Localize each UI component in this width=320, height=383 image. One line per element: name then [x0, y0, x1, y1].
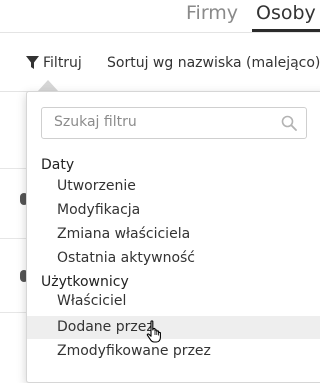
background-divider	[0, 312, 26, 313]
active-tab-indicator	[252, 29, 320, 32]
filter-option-modyfikacja[interactable]: Modyfikacja	[27, 199, 320, 222]
group-title-daty: Daty	[41, 157, 75, 173]
filter-option-label: Utworzenie	[57, 178, 136, 194]
filter-option-zmiana-wlasciciela[interactable]: Zmiana właściciela	[27, 223, 320, 246]
search-icon	[281, 115, 297, 131]
filter-option-dodane-przez[interactable]: Dodane przez	[27, 316, 320, 339]
filter-option-zmodyfikowane-przez[interactable]: Zmodyfikowane przez	[27, 340, 320, 363]
filter-option-label: Modyfikacja	[57, 202, 141, 218]
filter-option-label: Ostatnia aktywność	[57, 250, 196, 266]
tab-osoby[interactable]: Osoby	[256, 1, 316, 25]
filter-search-box[interactable]	[41, 107, 307, 139]
filter-option-label: Zmiana właściciela	[57, 226, 191, 242]
filter-option-wlasciciel[interactable]: Właściciel	[27, 290, 320, 313]
filter-button-label: Filtruj	[43, 55, 82, 71]
filter-option-label: Właściciel	[57, 293, 127, 309]
filter-button[interactable]: Filtruj	[26, 53, 82, 73]
background-divider	[0, 168, 26, 169]
filter-dropdown: Daty Utworzenie Modyfikacja Zmiana właśc…	[26, 91, 320, 383]
sort-dropdown-label: Sortuj wg nazwiska (malejąco)	[107, 55, 320, 71]
entity-tabs: Firmy Osoby	[0, 0, 320, 33]
funnel-icon	[26, 56, 39, 69]
filter-option-utworzenie[interactable]: Utworzenie	[27, 175, 320, 198]
background-divider	[0, 238, 26, 239]
sort-dropdown[interactable]: Sortuj wg nazwiska (malejąco)	[107, 53, 320, 73]
tab-firmy[interactable]: Firmy	[186, 1, 238, 25]
filter-search-input[interactable]	[42, 108, 284, 136]
group-title-uzytkownicy: Użytkownicy	[41, 274, 129, 290]
hand-pointer-cursor-icon	[146, 320, 161, 343]
filter-option-label: Dodane przez	[57, 319, 154, 335]
filter-option-ostatnia-aktywnosc[interactable]: Ostatnia aktywność	[27, 247, 320, 270]
filter-option-label: Zmodyfikowane przez	[57, 343, 211, 359]
